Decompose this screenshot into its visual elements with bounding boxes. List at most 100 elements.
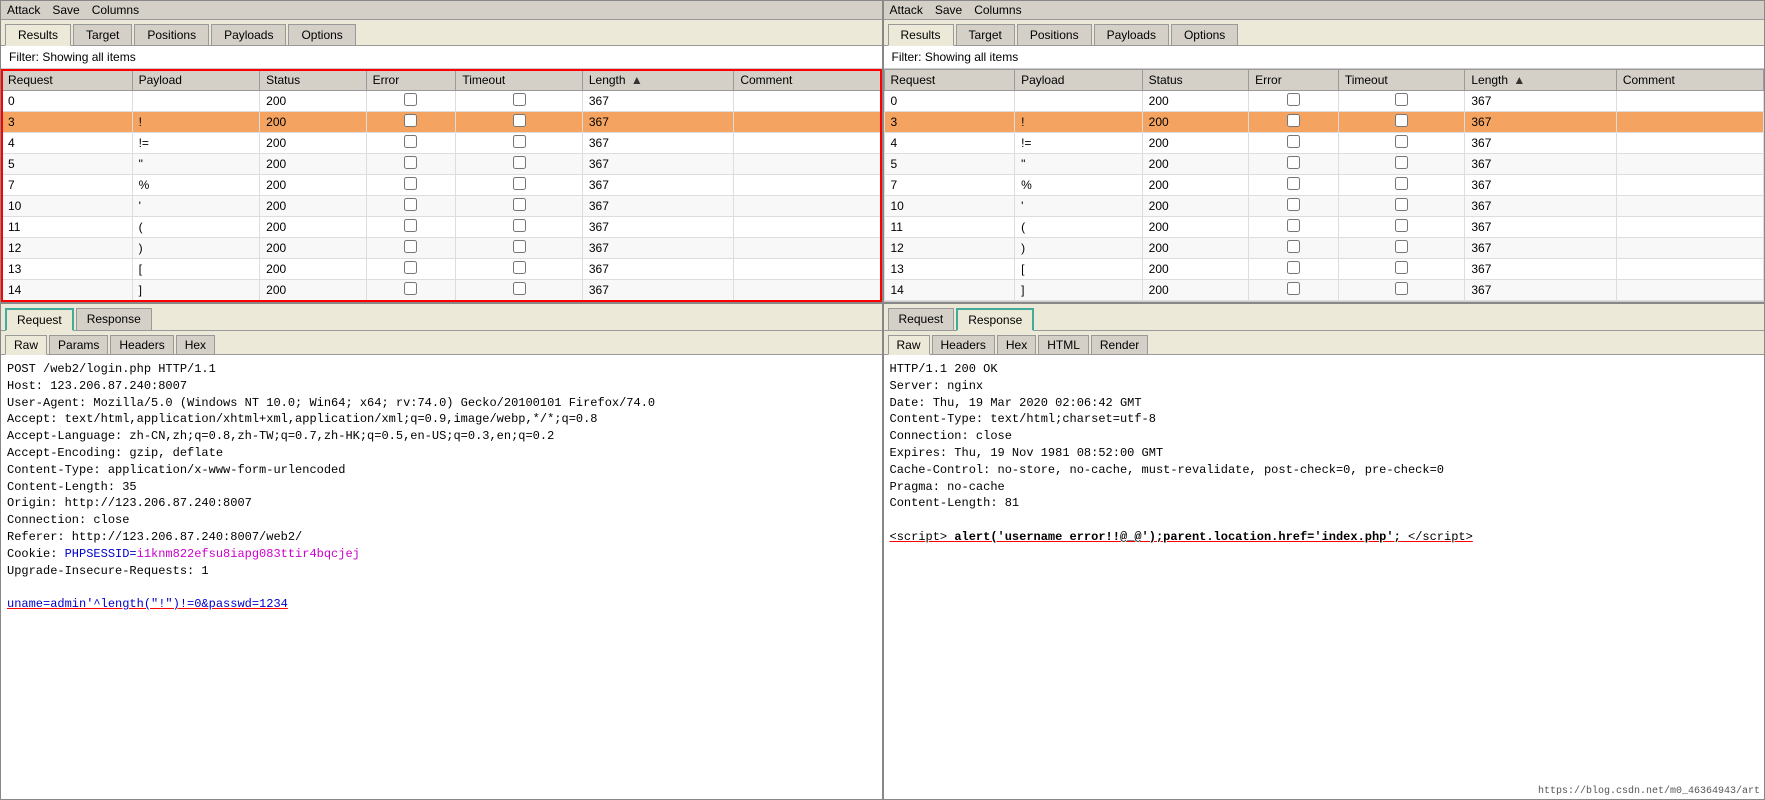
left-table-row[interactable]: 12 ) 200 367 — [2, 238, 882, 259]
right-cell-error[interactable] — [1249, 112, 1339, 133]
right-table-row[interactable]: 10 ' 200 367 — [884, 196, 1764, 217]
left-error-checkbox[interactable] — [404, 135, 417, 148]
right-render-tab[interactable]: Render — [1091, 335, 1148, 354]
right-col-payload[interactable]: Payload — [1015, 70, 1143, 91]
right-col-comment[interactable]: Comment — [1616, 70, 1763, 91]
right-cell-error[interactable] — [1249, 154, 1339, 175]
right-error-checkbox[interactable] — [1287, 156, 1300, 169]
left-table-row[interactable]: 0 200 367 — [2, 91, 882, 112]
left-timeout-checkbox[interactable] — [513, 177, 526, 190]
right-table-row[interactable]: 14 ] 200 367 — [884, 280, 1764, 301]
left-error-checkbox[interactable] — [404, 114, 417, 127]
right-timeout-checkbox[interactable] — [1395, 219, 1408, 232]
right-timeout-checkbox[interactable] — [1395, 261, 1408, 274]
left-cell-error[interactable] — [366, 280, 456, 301]
right-col-status[interactable]: Status — [1142, 70, 1248, 91]
right-hex-tab[interactable]: Hex — [997, 335, 1036, 354]
left-headers-tab[interactable]: Headers — [110, 335, 173, 354]
left-col-timeout[interactable]: Timeout — [456, 70, 583, 91]
right-cell-error[interactable] — [1249, 217, 1339, 238]
left-error-checkbox[interactable] — [404, 198, 417, 211]
right-cell-timeout[interactable] — [1338, 112, 1465, 133]
right-error-checkbox[interactable] — [1287, 240, 1300, 253]
left-cell-error[interactable] — [366, 259, 456, 280]
right-tab-target[interactable]: Target — [956, 24, 1015, 45]
left-col-comment[interactable]: Comment — [734, 70, 881, 91]
left-error-checkbox[interactable] — [404, 261, 417, 274]
left-cell-error[interactable] — [366, 238, 456, 259]
right-col-timeout[interactable]: Timeout — [1338, 70, 1465, 91]
left-cell-timeout[interactable] — [456, 217, 583, 238]
right-table-row[interactable]: 3 ! 200 367 — [884, 112, 1764, 133]
left-timeout-checkbox[interactable] — [513, 240, 526, 253]
left-table-row[interactable]: 5 " 200 367 — [2, 154, 882, 175]
left-table-row[interactable]: 10 ' 200 367 — [2, 196, 882, 217]
left-table-row[interactable]: 14 ] 200 367 — [2, 280, 882, 301]
left-error-checkbox[interactable] — [404, 177, 417, 190]
right-cell-timeout[interactable] — [1338, 154, 1465, 175]
right-cell-timeout[interactable] — [1338, 238, 1465, 259]
right-cell-timeout[interactable] — [1338, 280, 1465, 301]
left-cell-error[interactable] — [366, 175, 456, 196]
right-cell-error[interactable] — [1249, 280, 1339, 301]
right-tab-payloads[interactable]: Payloads — [1094, 24, 1169, 45]
left-cell-timeout[interactable] — [456, 154, 583, 175]
right-col-error[interactable]: Error — [1249, 70, 1339, 91]
left-col-length[interactable]: Length ▲ — [582, 70, 733, 91]
left-timeout-checkbox[interactable] — [513, 114, 526, 127]
left-cell-timeout[interactable] — [456, 175, 583, 196]
left-cell-error[interactable] — [366, 112, 456, 133]
right-timeout-checkbox[interactable] — [1395, 240, 1408, 253]
right-error-checkbox[interactable] — [1287, 93, 1300, 106]
right-table-row[interactable]: 12 ) 200 367 — [884, 238, 1764, 259]
left-attack-menu[interactable]: Attack — [7, 3, 40, 17]
left-cell-timeout[interactable] — [456, 259, 583, 280]
right-cell-timeout[interactable] — [1338, 259, 1465, 280]
left-cell-error[interactable] — [366, 133, 456, 154]
right-error-checkbox[interactable] — [1287, 177, 1300, 190]
right-tab-options[interactable]: Options — [1171, 24, 1238, 45]
right-attack-menu[interactable]: Attack — [890, 3, 923, 17]
right-cell-error[interactable] — [1249, 238, 1339, 259]
left-cell-timeout[interactable] — [456, 91, 583, 112]
right-timeout-checkbox[interactable] — [1395, 135, 1408, 148]
right-timeout-checkbox[interactable] — [1395, 282, 1408, 295]
left-params-tab[interactable]: Params — [49, 335, 108, 354]
right-error-checkbox[interactable] — [1287, 261, 1300, 274]
left-table-row[interactable]: 13 [ 200 367 — [2, 259, 882, 280]
left-tab-payloads[interactable]: Payloads — [211, 24, 286, 45]
left-timeout-checkbox[interactable] — [513, 135, 526, 148]
left-cell-timeout[interactable] — [456, 238, 583, 259]
left-cell-timeout[interactable] — [456, 133, 583, 154]
right-error-checkbox[interactable] — [1287, 114, 1300, 127]
left-error-checkbox[interactable] — [404, 282, 417, 295]
right-save-menu[interactable]: Save — [935, 3, 962, 17]
right-tab-positions[interactable]: Positions — [1017, 24, 1092, 45]
left-col-status[interactable]: Status — [260, 70, 366, 91]
right-error-checkbox[interactable] — [1287, 135, 1300, 148]
left-cell-error[interactable] — [366, 217, 456, 238]
left-timeout-checkbox[interactable] — [513, 156, 526, 169]
right-raw-tab[interactable]: Raw — [888, 335, 930, 355]
left-error-checkbox[interactable] — [404, 156, 417, 169]
right-html-tab[interactable]: HTML — [1038, 335, 1089, 354]
right-error-checkbox[interactable] — [1287, 282, 1300, 295]
right-timeout-checkbox[interactable] — [1395, 114, 1408, 127]
left-col-payload[interactable]: Payload — [132, 70, 260, 91]
right-table-row[interactable]: 5 " 200 367 — [884, 154, 1764, 175]
right-cell-error[interactable] — [1249, 133, 1339, 154]
right-response-tab[interactable]: Response — [956, 308, 1034, 331]
left-request-tab[interactable]: Request — [5, 308, 74, 331]
right-timeout-checkbox[interactable] — [1395, 93, 1408, 106]
right-table-row[interactable]: 13 [ 200 367 — [884, 259, 1764, 280]
left-timeout-checkbox[interactable] — [513, 282, 526, 295]
left-table-row[interactable]: 11 ( 200 367 — [2, 217, 882, 238]
right-cell-timeout[interactable] — [1338, 196, 1465, 217]
right-error-checkbox[interactable] — [1287, 198, 1300, 211]
right-cell-timeout[interactable] — [1338, 175, 1465, 196]
left-cell-timeout[interactable] — [456, 280, 583, 301]
right-table-row[interactable]: 4 != 200 367 — [884, 133, 1764, 154]
left-cell-error[interactable] — [366, 91, 456, 112]
left-raw-tab[interactable]: Raw — [5, 335, 47, 355]
left-response-tab[interactable]: Response — [76, 308, 152, 330]
